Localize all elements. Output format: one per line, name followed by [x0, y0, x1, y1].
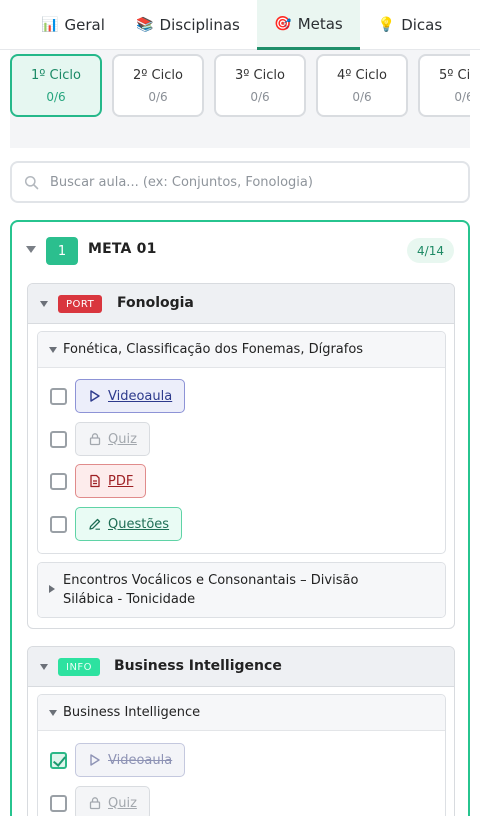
discipline-name: Business Intelligence	[114, 658, 282, 674]
tab-label: Dicas	[401, 16, 443, 34]
lesson-checkbox[interactable]	[50, 388, 67, 405]
collapse-caret-icon	[40, 301, 48, 307]
topic-block: Business Intelligence Videoaula Quiz	[37, 694, 446, 816]
cycle-title: 3º Ciclo	[235, 68, 285, 83]
topic-header[interactable]: Business Intelligence	[38, 695, 445, 731]
cycle-selector[interactable]: 1º Ciclo 0/6 2º Ciclo 0/6 3º Ciclo 0/6 4…	[10, 50, 470, 148]
discipline-block: PORT Fonologia Fonética, Classificação d…	[27, 283, 455, 629]
cycle-count: 0/6	[250, 90, 270, 104]
play-icon	[90, 390, 100, 402]
lesson-label: Quiz	[108, 431, 137, 447]
quiz-button[interactable]: Quiz	[75, 422, 150, 456]
lock-icon	[89, 433, 101, 446]
lesson-checkbox-checked[interactable]	[50, 752, 67, 769]
questoes-button[interactable]: Questões	[75, 507, 183, 541]
tab-dicas[interactable]: 💡 Dicas	[370, 0, 450, 50]
videoaula-button[interactable]: Videoaula	[75, 743, 186, 777]
search-input[interactable]	[50, 174, 468, 190]
discipline-header[interactable]: INFO Business Intelligence	[28, 647, 454, 687]
lesson-label: Quiz	[108, 795, 137, 811]
videoaula-button[interactable]: Videoaula	[75, 379, 186, 413]
collapse-caret-icon	[49, 710, 57, 716]
cycle-card-3[interactable]: 3º Ciclo 0/6	[214, 54, 306, 117]
play-icon	[90, 754, 100, 766]
topic-name-line: Encontros Vocálicos e Consonantais – Div…	[63, 573, 359, 588]
tab-disciplinas[interactable]: 📚 Disciplinas	[128, 0, 248, 50]
cycle-count: 0/6	[46, 90, 66, 104]
cycle-count: 0/6	[352, 90, 372, 104]
discipline-tag: INFO	[58, 658, 101, 676]
topic-header[interactable]: Fonética, Classificação dos Fonemas, Díg…	[38, 332, 445, 368]
collapse-caret-icon	[40, 664, 48, 670]
tab-label: Geral	[64, 16, 105, 34]
tab-label: Disciplinas	[159, 16, 240, 34]
topic-name: Fonética, Classificação dos Fonemas, Díg…	[63, 342, 364, 357]
cycle-title: 2º Ciclo	[133, 68, 183, 83]
lesson-label: Videoaula	[108, 388, 173, 404]
document-icon	[90, 474, 100, 488]
pdf-button[interactable]: PDF	[75, 464, 147, 498]
topic-name: Business Intelligence	[63, 705, 201, 720]
discipline-tag: PORT	[58, 295, 103, 313]
cycle-card-5[interactable]: 5º Ciclo 0/6	[418, 54, 470, 117]
cycle-title: 5º Ciclo	[439, 68, 470, 83]
discipline-header[interactable]: PORT Fonologia	[28, 284, 454, 324]
topic-block: Encontros Vocálicos e Consonantais – Div…	[37, 562, 446, 618]
lesson-checkbox[interactable]	[50, 795, 67, 812]
cycle-count: 0/6	[454, 90, 470, 104]
books-icon: 📚	[136, 17, 154, 33]
meta-header[interactable]: 1 META 01 4/14	[12, 222, 468, 278]
lesson-checkbox[interactable]	[50, 516, 67, 533]
lock-icon	[89, 797, 101, 810]
quiz-button[interactable]: Quiz	[75, 786, 150, 816]
cycle-count: 0/6	[148, 90, 168, 104]
meta-title: META 01	[88, 241, 157, 257]
discipline-name: Fonologia	[117, 295, 194, 311]
collapse-caret-icon	[26, 246, 36, 253]
topic-name-line: Silábica - Tonicidade	[63, 592, 196, 607]
search-box	[10, 161, 470, 203]
collapse-caret-icon	[49, 347, 57, 353]
tab-label: Metas	[297, 14, 343, 33]
target-icon: 🎯	[274, 15, 292, 32]
expand-caret-icon	[49, 585, 55, 593]
meta-card: 1 META 01 4/14 PORT Fonologia Fonética, …	[10, 220, 470, 816]
lesson-label: PDF	[108, 473, 134, 489]
pencil-icon	[89, 518, 101, 530]
discipline-block: INFO Business Intelligence Business Inte…	[27, 646, 455, 816]
tab-geral[interactable]: 📊 Geral	[28, 0, 118, 50]
topic-block: Fonética, Classificação dos Fonemas, Díg…	[37, 331, 446, 554]
meta-number-badge: 1	[46, 237, 78, 265]
tab-metas[interactable]: 🎯 Metas	[257, 0, 360, 50]
cycle-title: 1º Ciclo	[31, 68, 81, 83]
cycle-card-4[interactable]: 4º Ciclo 0/6	[316, 54, 408, 117]
lesson-label: Questões	[108, 516, 170, 532]
cycle-card-1[interactable]: 1º Ciclo 0/6	[10, 54, 102, 117]
topic-header[interactable]: Encontros Vocálicos e Consonantais – Div…	[38, 563, 445, 617]
search-icon	[24, 175, 39, 190]
lightbulb-icon: 💡	[377, 17, 396, 33]
lesson-checkbox[interactable]	[50, 431, 67, 448]
topic-name: Encontros Vocálicos e Consonantais – Div…	[63, 571, 358, 609]
bar-chart-icon: 📊	[41, 17, 59, 33]
lesson-checkbox[interactable]	[50, 473, 67, 490]
cycle-title: 4º Ciclo	[337, 68, 387, 83]
cycle-card-2[interactable]: 2º Ciclo 0/6	[112, 54, 204, 117]
meta-progress-badge: 4/14	[407, 238, 454, 263]
top-tab-bar: 📊 Geral 📚 Disciplinas 🎯 Metas 💡 Dicas	[0, 0, 480, 50]
lesson-label: Videoaula	[108, 752, 173, 768]
